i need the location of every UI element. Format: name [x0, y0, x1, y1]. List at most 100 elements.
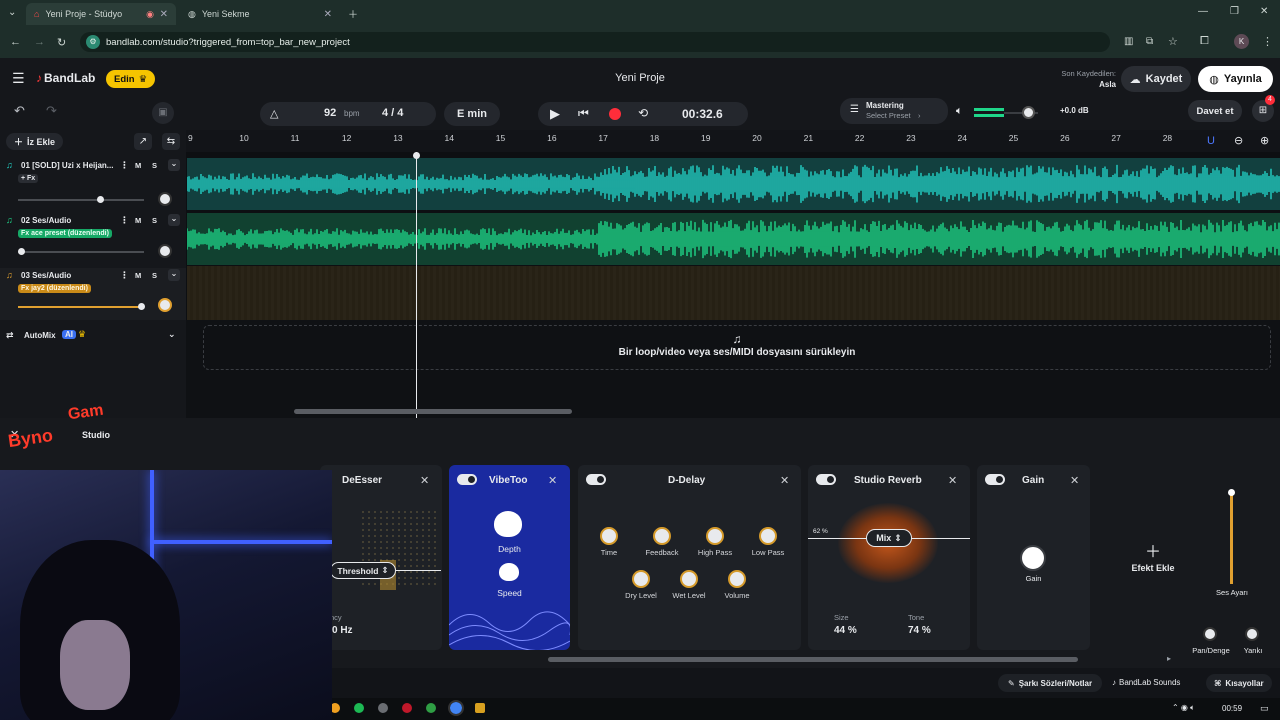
track-menu-icon[interactable]: ⋮: [120, 270, 129, 281]
playhead-handle[interactable]: [413, 152, 420, 159]
track-lane-2[interactable]: [187, 213, 1280, 265]
skip-back-icon[interactable]: ⏮: [578, 106, 589, 121]
reload-icon[interactable]: ↻: [57, 36, 66, 49]
save-button[interactable]: ☁ Kaydet: [1121, 66, 1191, 92]
size-value[interactable]: 44 %: [834, 625, 857, 636]
play-icon[interactable]: ▶: [550, 106, 560, 122]
track-volume-slider[interactable]: [17, 248, 144, 255]
vibetoo-toggle[interactable]: [457, 474, 477, 485]
gain-toggle[interactable]: [985, 474, 1005, 485]
close-icon[interactable]: ✕: [548, 474, 557, 487]
undo-icon[interactable]: ↶: [14, 103, 25, 119]
track-name[interactable]: 02 Ses/Audio: [21, 216, 117, 225]
track-volume-slider[interactable]: [18, 303, 146, 310]
address-bar[interactable]: ⚙ bandlab.com/studio?triggered_from=top_…: [80, 32, 1110, 52]
reverb-toggle[interactable]: [816, 474, 836, 485]
record-icon[interactable]: [609, 108, 621, 120]
cast-icon[interactable]: ⧉: [1146, 36, 1153, 47]
pan-knob[interactable]: [158, 298, 172, 312]
fx-button[interactable]: Fx jay2 (düzenlendi): [18, 284, 91, 293]
solo-button[interactable]: S: [152, 216, 157, 225]
app-icon[interactable]: [378, 703, 388, 713]
app-icon[interactable]: [402, 703, 412, 713]
tab-search-icon[interactable]: ⌄: [8, 7, 16, 18]
automix-row[interactable]: ⇄ AutoMix AI ♛ ⌄: [0, 328, 186, 346]
invite-button[interactable]: Davet et: [1188, 100, 1242, 122]
close-icon[interactable]: ✕: [948, 474, 957, 487]
restore-icon[interactable]: ❐: [1230, 6, 1239, 17]
close-window-icon[interactable]: ✕: [1260, 6, 1268, 17]
fx-button[interactable]: Fx ace preset (düzenlendi): [18, 229, 112, 238]
fx-button[interactable]: + Fx: [18, 174, 39, 183]
notifications-icon[interactable]: ▭: [1260, 703, 1269, 714]
chevron-down-icon[interactable]: ⌄: [168, 214, 180, 226]
automation-icon[interactable]: ↗: [134, 133, 152, 150]
track-menu-icon[interactable]: ⋮: [120, 215, 129, 226]
gain-knob[interactable]: [1020, 545, 1046, 571]
ddelay-toggle[interactable]: [586, 474, 606, 485]
key-selector[interactable]: E min: [444, 102, 500, 126]
volume-knob[interactable]: Volume: [712, 570, 762, 600]
depth-knob[interactable]: [494, 511, 522, 537]
add-track-button[interactable]: ＋ İz Ekle: [6, 133, 64, 150]
solo-button[interactable]: S: [152, 271, 157, 280]
speed-knob[interactable]: [499, 563, 519, 581]
playhead[interactable]: [416, 152, 417, 418]
add-effect-button[interactable]: ＋ Efekt Ekle: [1118, 538, 1188, 573]
chrome-icon[interactable]: [426, 703, 436, 713]
solo-button[interactable]: S: [152, 161, 157, 170]
chevron-down-icon[interactable]: ⌄: [168, 269, 180, 281]
pan-knob[interactable]: [1203, 627, 1217, 641]
shortcuts-button[interactable]: ⌘ Kısayollar: [1206, 674, 1272, 692]
folder-icon[interactable]: [475, 703, 485, 713]
zoom-out-icon[interactable]: ⊖: [1234, 134, 1243, 147]
threshold-pill[interactable]: Threshold ⇕: [330, 562, 396, 579]
mute-button[interactable]: M: [135, 161, 141, 170]
dry-level-knob[interactable]: Dry Level: [616, 570, 666, 600]
mute-button[interactable]: M: [135, 271, 141, 280]
track-volume-slider[interactable]: [18, 196, 144, 203]
reader-icon[interactable]: ▥: [1124, 36, 1133, 47]
bpm-value[interactable]: 92: [324, 107, 336, 119]
magnet-icon[interactable]: U: [1207, 135, 1215, 147]
speaker-icon[interactable]: 🔈︎: [956, 105, 963, 118]
frequency-value[interactable]: 0 Hz: [332, 625, 353, 636]
master-volume-slider[interactable]: [974, 104, 1038, 122]
extensions-icon[interactable]: ⧠: [1200, 35, 1209, 48]
minimize-icon[interactable]: —: [1198, 6, 1208, 17]
profile-avatar[interactable]: K: [1234, 34, 1249, 49]
site-info-icon[interactable]: ⚙: [86, 35, 100, 49]
edin-button[interactable]: Edin ♛: [106, 70, 156, 88]
track-header-2[interactable]: ♫ 02 Ses/Audio ⋮ M S ⌄ Fx ace preset (dü…: [0, 213, 186, 265]
mixer-icon[interactable]: ▣: [152, 102, 174, 124]
feedback-knob[interactable]: Feedback: [637, 527, 687, 557]
chrome-active-icon[interactable]: [448, 700, 464, 716]
track-name[interactable]: 01 [SOLD] Uzi x Heijan...: [21, 161, 117, 170]
project-title[interactable]: Yeni Proje: [560, 72, 720, 84]
echo-knob[interactable]: [1245, 627, 1259, 641]
metronome-icon[interactable]: △: [270, 107, 278, 120]
mix-pill[interactable]: Mix ⇕: [866, 529, 912, 547]
loop-icon[interactable]: ⟲: [638, 106, 648, 120]
track-menu-icon[interactable]: ⋮: [120, 160, 129, 171]
tab-studio[interactable]: ⌂ Yeni Proje - Stüdyo ◉ ✕: [26, 3, 176, 25]
pan-knob[interactable]: [158, 192, 172, 206]
track-header-3[interactable]: ♫ 03 Ses/Audio ⋮ M S ⌄ Fx jay2 (düzenlen…: [0, 268, 186, 320]
track-lane-3[interactable]: [187, 266, 1280, 320]
forward-icon[interactable]: →: [34, 36, 45, 48]
timeline-ruler[interactable]: 9 10 11 12 13 14 15 16 17 18 19 20 21 22 23 24 25 26 27 28: [186, 130, 1280, 152]
mastering-button[interactable]: ☰ Mastering Select Preset ›: [840, 98, 948, 124]
chevron-down-icon[interactable]: ⌄: [168, 329, 176, 340]
track-name[interactable]: 03 Ses/Audio: [21, 271, 117, 280]
track-settings-icon[interactable]: ⇆: [162, 133, 180, 150]
chevron-down-icon[interactable]: ⌄: [168, 159, 180, 171]
mute-button[interactable]: M: [135, 216, 141, 225]
wet-level-knob[interactable]: Wet Level: [664, 570, 714, 600]
tray-icons[interactable]: ⌃ ◉ 🔈︎: [1172, 703, 1195, 713]
new-tab-icon[interactable]: ＋: [348, 6, 358, 21]
close-icon[interactable]: ✕: [420, 474, 429, 487]
volume-knob[interactable]: [1021, 106, 1035, 119]
browser-menu-icon[interactable]: ⋮: [1262, 35, 1273, 48]
time-signature[interactable]: 4 / 4: [382, 107, 403, 119]
low-pass-knob[interactable]: Low Pass: [743, 527, 793, 557]
